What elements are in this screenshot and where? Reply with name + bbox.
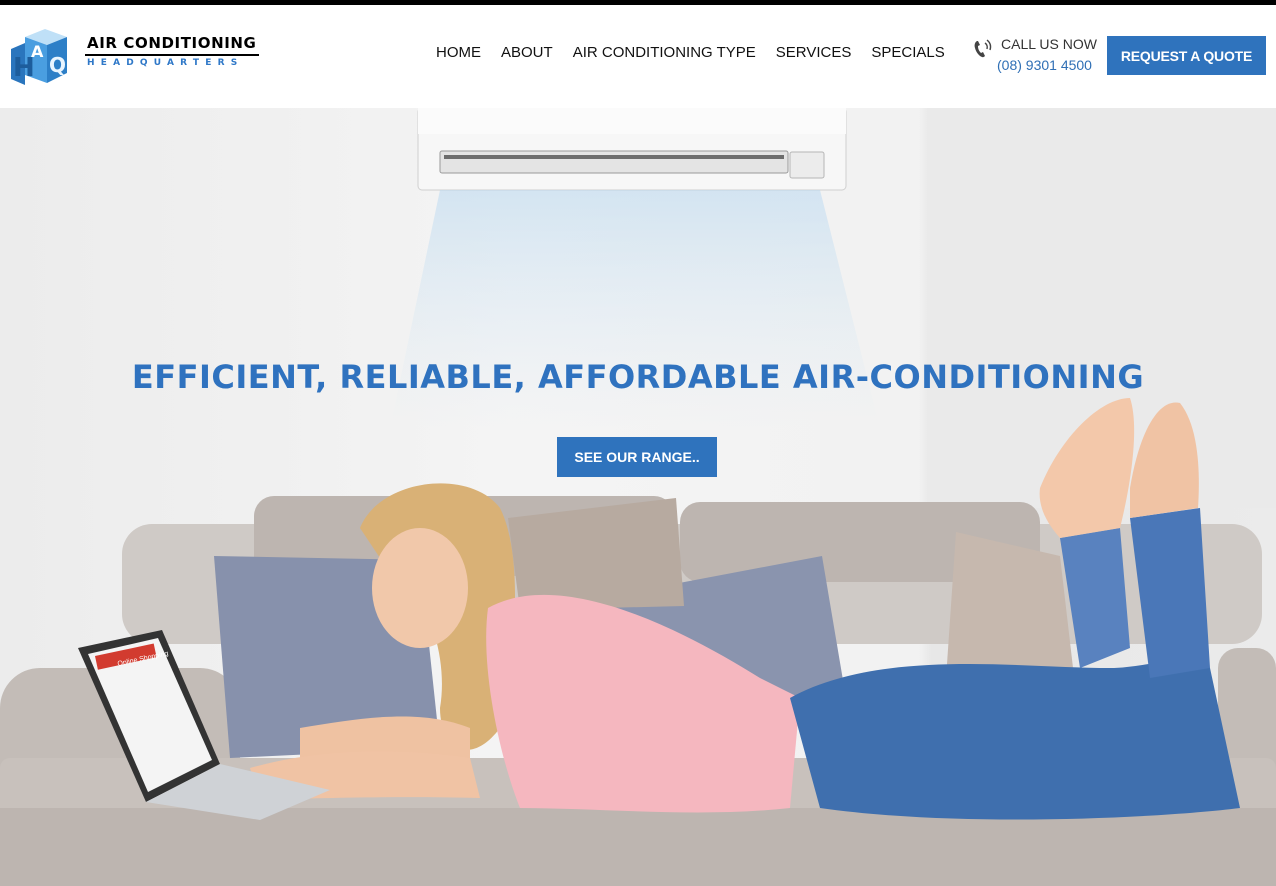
svg-text:A: A [31, 42, 44, 61]
ahq-cube-logo-icon: H Q A [11, 29, 67, 85]
call-us-block: CALL US NOW (08) 9301 4500 [973, 35, 1097, 79]
hero-headline: EFFICIENT, RELIABLE, AFFORDABLE AIR-COND… [131, 358, 1145, 396]
nav-home[interactable]: HOME [436, 43, 481, 63]
call-us-label: CALL US NOW [1001, 36, 1097, 52]
nav-services[interactable]: SERVICES [776, 43, 852, 63]
logo-divider [85, 54, 259, 56]
hero-section: Online Shopping EFFICIENT, RELIABLE, AFF… [0, 108, 1276, 886]
nav-specials[interactable]: SPECIALS [871, 43, 944, 63]
hero-image: Online Shopping [0, 108, 1276, 886]
logo-subtitle: HEADQUARTERS [87, 58, 244, 68]
phone-icon [974, 39, 992, 58]
logo-title: AIR CONDITIONING [87, 34, 257, 52]
logo[interactable]: H Q A AIR CONDITIONING HEADQUARTERS [11, 29, 261, 91]
svg-text:Q: Q [49, 53, 66, 77]
air-conditioner-unit [417, 108, 847, 191]
see-our-range-button[interactable]: SEE OUR RANGE.. [557, 437, 717, 477]
nav-air-conditioning-type[interactable]: AIR CONDITIONING TYPE [573, 43, 756, 63]
site-header: H Q A AIR CONDITIONING HEADQUARTERS HOME… [0, 5, 1276, 108]
nav-about[interactable]: ABOUT [501, 43, 553, 63]
main-nav: HOME ABOUT AIR CONDITIONING TYPE SERVICE… [436, 43, 965, 63]
phone-number-link[interactable]: (08) 9301 4500 [997, 57, 1092, 73]
request-quote-button[interactable]: REQUEST A QUOTE [1107, 36, 1266, 75]
